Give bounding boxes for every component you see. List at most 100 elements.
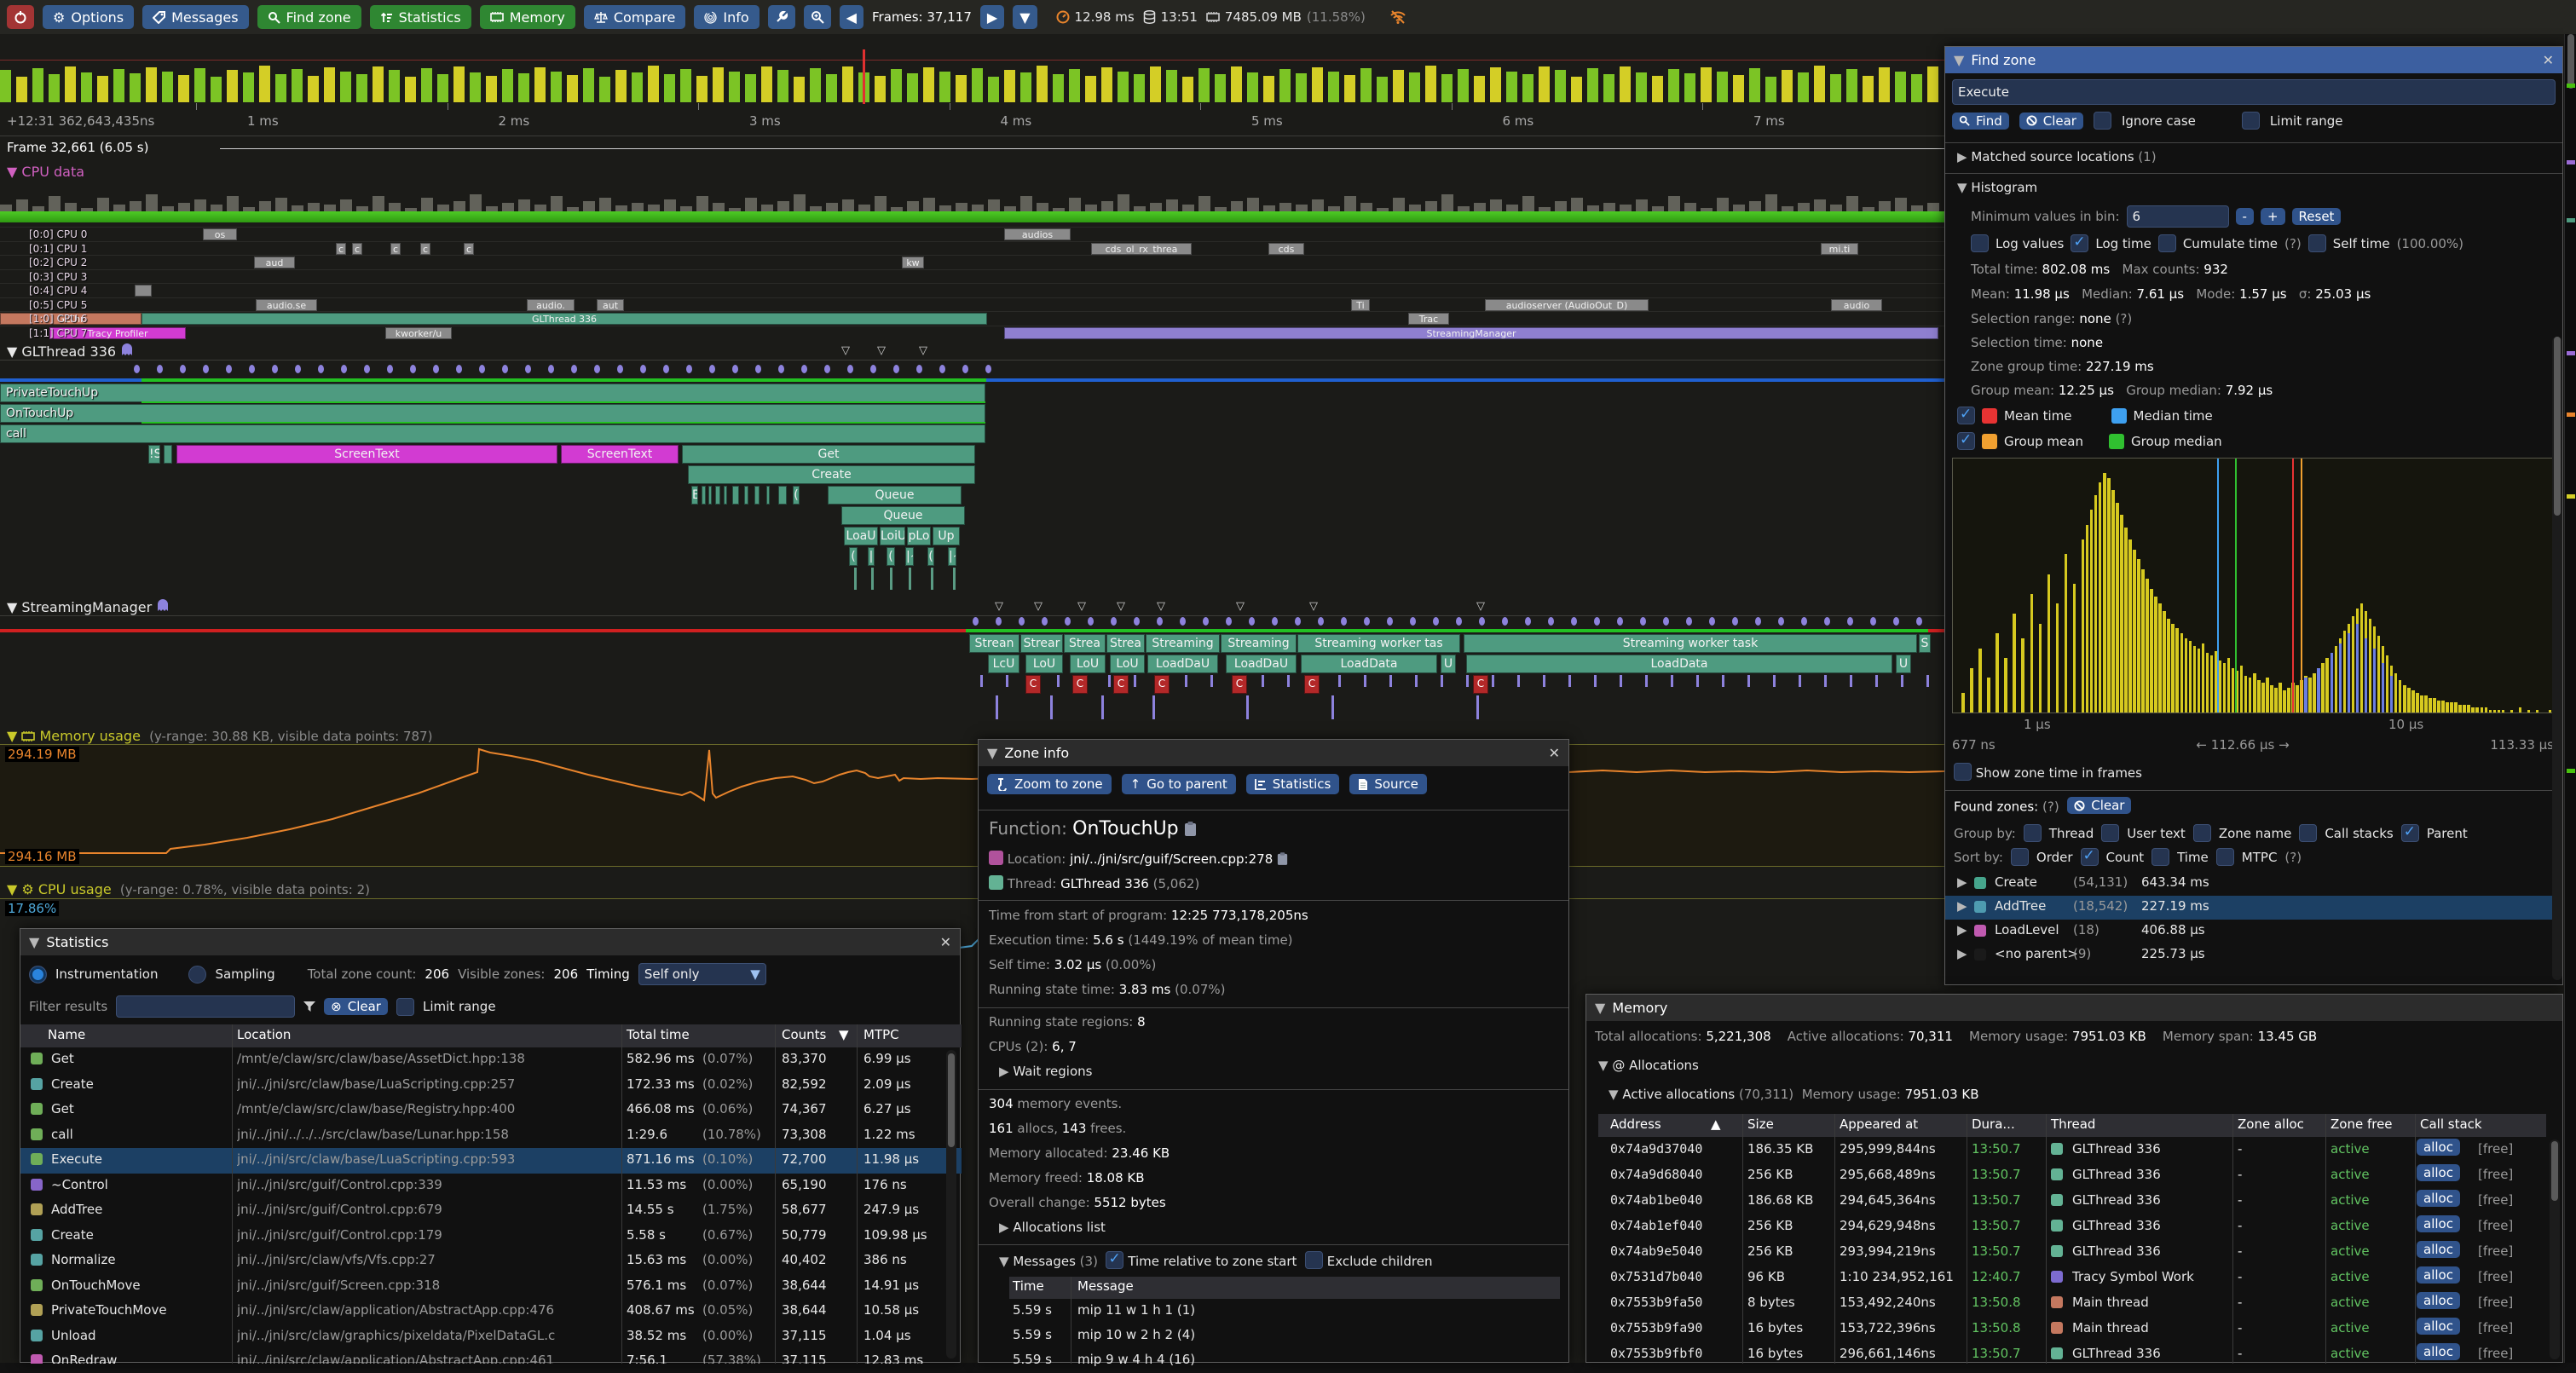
frame-bar[interactable]: [49, 74, 60, 102]
frame-bar[interactable]: [421, 68, 432, 102]
order-checkbox[interactable]: [2011, 848, 2029, 866]
frame-bar[interactable]: [1182, 77, 1193, 102]
sample-dot[interactable]: [1548, 617, 1554, 626]
found-zone-group[interactable]: ▶ AddTree (18,542) 227.19 ms: [1945, 896, 2552, 920]
frame-bar[interactable]: [615, 70, 627, 102]
sample-dot[interactable]: [1249, 617, 1255, 626]
marker-icon[interactable]: ▽: [1117, 600, 1125, 613]
zone[interactable]: LoadDaU: [1226, 655, 1297, 673]
frame-bar[interactable]: [1895, 72, 1906, 102]
sample-dot[interactable]: [1226, 617, 1232, 626]
frame-bar[interactable]: [1911, 74, 1922, 102]
table-row[interactable]: Unload jni/../jni/src/claw/graphics/pixe…: [20, 1324, 962, 1350]
sample-dot[interactable]: [479, 365, 485, 373]
zone[interactable]: PrivateTouchUp: [0, 384, 985, 402]
zoom-in-button[interactable]: [804, 5, 831, 29]
clipboard-icon[interactable]: [1184, 822, 1197, 837]
zone[interactable]: LoU: [1110, 655, 1145, 673]
table-row[interactable]: Get /mnt/e/claw/src/claw/base/Registry.h…: [20, 1098, 962, 1123]
zone[interactable]: C: [1232, 675, 1247, 694]
frame-bar[interactable]: [1701, 67, 1712, 102]
sample-dot[interactable]: [1318, 617, 1324, 626]
frame-bar[interactable]: [1652, 76, 1663, 102]
allocation-row[interactable]: 0x7531d7b040 96 KB 1:10 234,952,161 12:4…: [1598, 1265, 2546, 1290]
zone[interactable]: GLThread 336: [142, 313, 987, 325]
sample-dot[interactable]: [456, 365, 462, 373]
zone[interactable]: cds_ol_rx_threa: [1091, 243, 1192, 255]
frame-bar[interactable]: [389, 70, 400, 102]
frame-row[interactable]: Frame 32,661 (6.05 s): [0, 138, 1944, 157]
frame-bar[interactable]: [1506, 72, 1517, 102]
mtpc-checkbox[interactable]: [2216, 848, 2234, 866]
zone[interactable]: (: [793, 486, 800, 505]
sample-dot[interactable]: [502, 365, 508, 373]
count-checkbox[interactable]: [2081, 848, 2099, 866]
allocations-tab[interactable]: ▼ @ Allocations: [1598, 1058, 1699, 1073]
frame-bar[interactable]: [324, 67, 335, 102]
zone[interactable]: |~: [905, 547, 914, 566]
sample-dot[interactable]: [732, 365, 738, 373]
sample-dot[interactable]: [1019, 617, 1025, 626]
frame-bar[interactable]: [1814, 66, 1825, 102]
min-bin-input[interactable]: [2127, 205, 2229, 228]
frame-bar[interactable]: [745, 74, 756, 102]
sample-dot[interactable]: [295, 365, 301, 373]
sample-dot[interactable]: [1295, 617, 1301, 626]
marker-icon[interactable]: ▽: [1476, 600, 1485, 613]
marker-icon[interactable]: ▽: [995, 600, 1003, 613]
zone[interactable]: Get: [682, 445, 975, 464]
clear-filter-button[interactable]: ⊗Clear: [324, 998, 388, 1015]
find-zone-scrollbar[interactable]: [2552, 337, 2562, 980]
alloc-callstack-button[interactable]: alloc: [2417, 1215, 2460, 1232]
alloc-callstack-button[interactable]: alloc: [2417, 1241, 2460, 1258]
frame-bar[interactable]: [777, 70, 788, 102]
frame-bar[interactable]: [1118, 72, 1129, 102]
table-row[interactable]: Get /mnt/e/claw/src/claw/base/AssetDict.…: [20, 1047, 962, 1073]
table-row[interactable]: Normalize jni/../jni/src/claw/vfs/Vfs.cp…: [20, 1249, 962, 1274]
frame-bar[interactable]: [1231, 66, 1242, 102]
zone[interactable]: U: [1896, 655, 1911, 673]
filter-input[interactable]: [116, 995, 295, 1018]
zone[interactable]: pLo: [907, 527, 931, 545]
table-row[interactable]: PrivateTouchMove jni/../jni/src/claw/app…: [20, 1299, 962, 1324]
found-zone-group[interactable]: ▶ <no parent> (9) 225.73 µs: [1945, 943, 2552, 967]
parent-checkbox[interactable]: [2401, 824, 2419, 842]
zone[interactable]: kworker/u: [385, 327, 452, 339]
exclude-children-checkbox[interactable]: [1305, 1251, 1323, 1269]
sample-dot[interactable]: [1525, 617, 1531, 626]
sample-dot[interactable]: [203, 365, 209, 373]
sample-dot[interactable]: [1065, 617, 1071, 626]
frame-bar[interactable]: [1166, 70, 1177, 102]
sample-dot[interactable]: [571, 365, 577, 373]
close-icon[interactable]: ✕: [2543, 52, 2554, 68]
frame-bar[interactable]: [16, 77, 27, 102]
sample-dot[interactable]: [1893, 617, 1899, 626]
frame-bar[interactable]: [211, 77, 222, 102]
zone[interactable]: os: [203, 228, 237, 240]
zone[interactable]: [732, 486, 739, 505]
allocation-row[interactable]: 0x7553b9fa90 16 bytes 153,722,396ns 13:5…: [1598, 1316, 2546, 1341]
timing-dropdown[interactable]: Self only▼: [638, 963, 766, 985]
cpu-row[interactable]: [0:5] CPU 5audio.seaudio.autTiaudioserve…: [0, 297, 1944, 312]
sample-dot[interactable]: [1341, 617, 1347, 626]
zone[interactable]: C: [1473, 675, 1488, 694]
marker-icon[interactable]: ▽: [1157, 600, 1165, 613]
zone[interactable]: Strea: [1064, 634, 1106, 653]
glthread-header[interactable]: ▼ GLThread 336: [7, 343, 133, 360]
memory-graph-header[interactable]: ▼ Memory usage (y-range: 30.88 KB, visib…: [7, 728, 432, 744]
zone[interactable]: OnTouchUp: [0, 404, 985, 423]
zone[interactable]: !S: [148, 445, 160, 464]
sample-dot[interactable]: [1755, 617, 1761, 626]
frame-bar[interactable]: [1134, 74, 1145, 102]
zone[interactable]: Queue: [841, 506, 965, 525]
frame-bar[interactable]: [1636, 72, 1647, 102]
cpu-row[interactable]: [0:4] CPU 4: [0, 283, 1944, 297]
frame-bar[interactable]: [32, 68, 43, 102]
close-icon[interactable]: ✕: [1549, 745, 1560, 761]
find-zone-window[interactable]: ▼Find zone✕ Find Clear Ignore case Limit…: [1944, 46, 2563, 985]
sample-dot[interactable]: [548, 365, 554, 373]
sample-dot[interactable]: [1663, 617, 1669, 626]
frame-bar[interactable]: [308, 76, 319, 102]
sample-dot[interactable]: [1594, 617, 1600, 626]
sample-dot[interactable]: [1387, 617, 1393, 626]
